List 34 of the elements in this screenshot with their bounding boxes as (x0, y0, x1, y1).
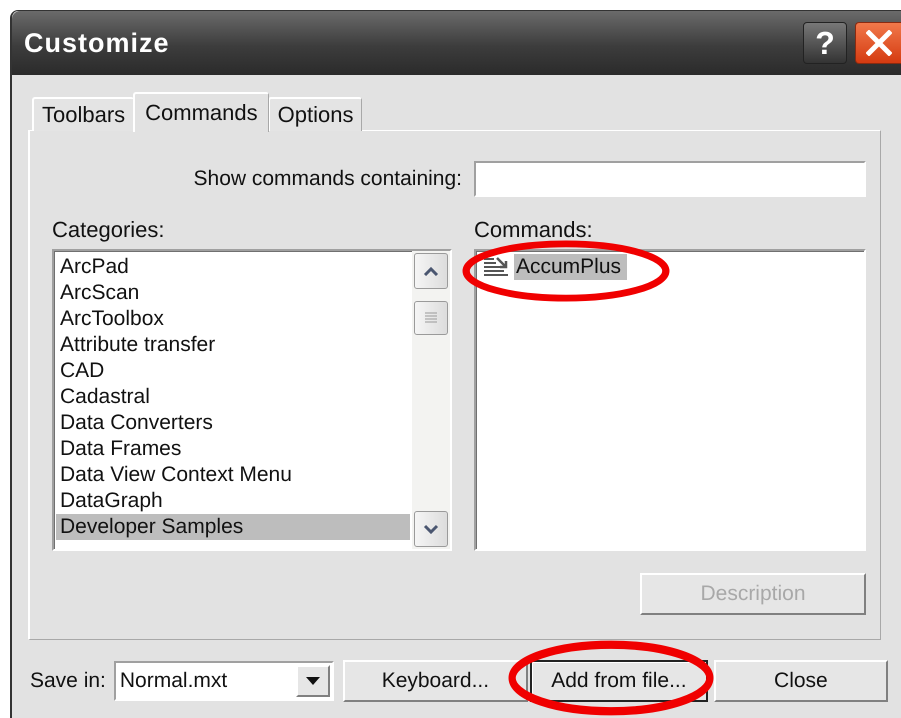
dialog-button[interactable]: Close (714, 660, 888, 702)
category-item[interactable]: Cadastral (56, 384, 410, 410)
help-button[interactable]: ? (803, 22, 847, 64)
scroll-thumb[interactable] (414, 301, 448, 335)
search-label: Show commands containing: (194, 167, 462, 191)
category-item[interactable]: ArcPad (56, 254, 410, 280)
category-item[interactable]: Data Frames (56, 436, 410, 462)
save-in-label: Save in: (30, 669, 106, 693)
tab[interactable]: Options (268, 97, 362, 131)
tab[interactable]: Toolbars (32, 97, 134, 131)
dropdown-arrow-icon (306, 677, 320, 685)
category-item[interactable]: Attribute transfer (56, 332, 410, 358)
category-item[interactable]: Data Converters (56, 410, 410, 436)
category-item[interactable]: Data View Context Menu (56, 462, 410, 488)
tab[interactable]: Commands (133, 92, 269, 132)
category-item[interactable]: CAD (56, 358, 410, 384)
grip-icon (424, 312, 438, 324)
close-button[interactable] (855, 22, 901, 64)
window-title: Customize (24, 28, 171, 58)
scrollbar[interactable] (412, 251, 450, 549)
save-in-dropdown[interactable]: Normal.mxt (114, 661, 334, 701)
category-item[interactable]: ArcToolbox (56, 306, 410, 332)
list-label: Categories: (52, 217, 166, 243)
search-field[interactable] (474, 161, 866, 197)
list-label: Commands: (474, 217, 594, 243)
dialog-button[interactable]: Keyboard... (342, 660, 528, 702)
command-item[interactable]: AccumPlus (514, 254, 628, 280)
category-item[interactable]: Developer Samples (56, 514, 410, 540)
category-item[interactable]: ArcScan (56, 280, 410, 306)
scroll-up-button[interactable] (414, 253, 448, 289)
scroll-down-button[interactable] (414, 511, 448, 547)
close-icon (866, 30, 892, 56)
dialog-button[interactable]: Add from file... (530, 660, 708, 702)
category-item[interactable]: DataGraph (56, 488, 410, 514)
